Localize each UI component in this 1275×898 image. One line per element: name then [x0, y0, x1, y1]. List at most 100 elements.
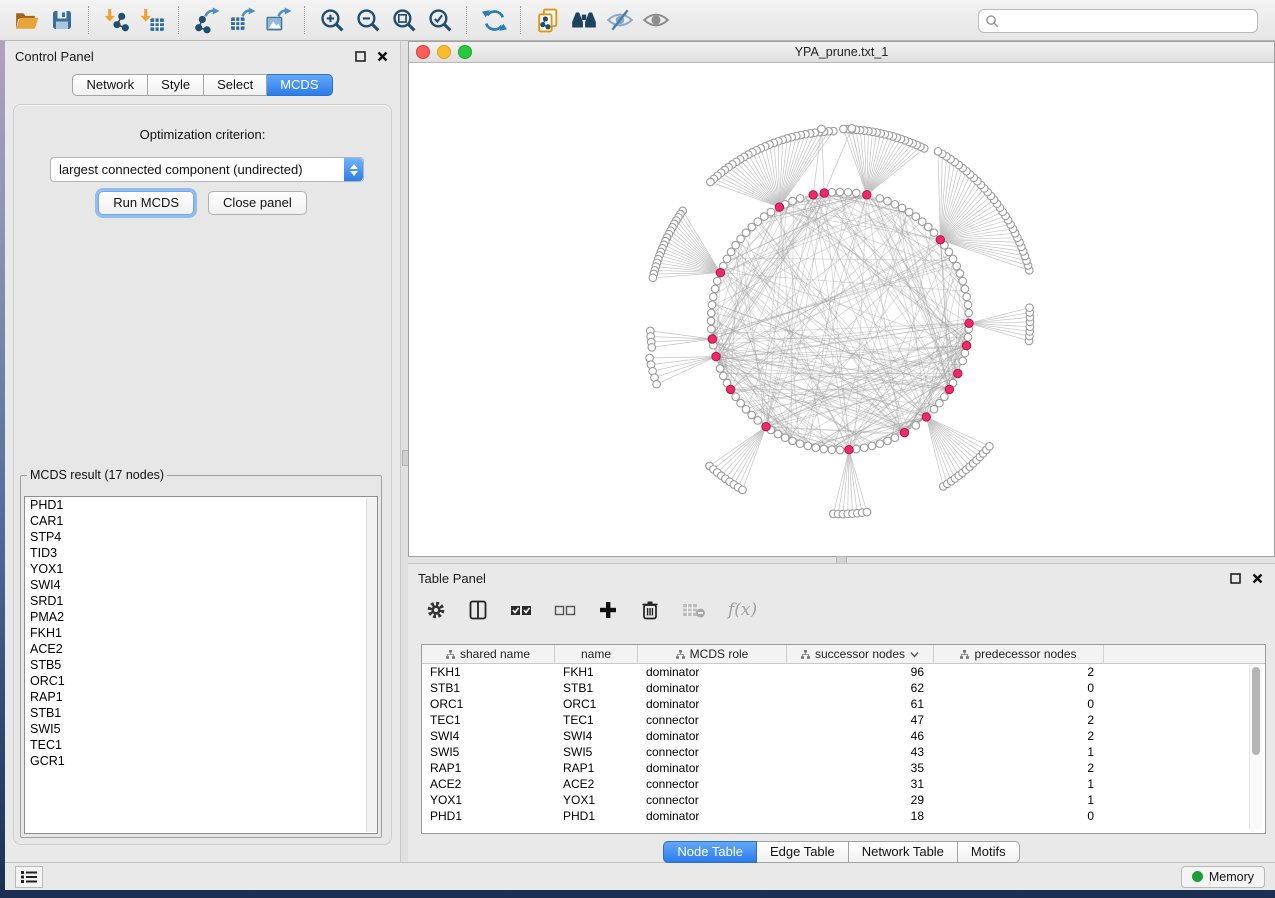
table-settings-button[interactable] — [426, 598, 446, 622]
table-row[interactable]: ACE2ACE2connector311 — [422, 776, 1265, 792]
close-panel-button[interactable] — [374, 48, 390, 64]
import-network-button[interactable] — [98, 4, 134, 36]
column-header-name[interactable]: name — [555, 645, 638, 663]
network-canvas[interactable] — [409, 63, 1274, 556]
add-column-button[interactable] — [598, 598, 618, 622]
list-scrollbar[interactable] — [366, 498, 377, 832]
mcds-node-item[interactable]: SWI5 — [25, 721, 377, 737]
deselect-all-button[interactable] — [554, 598, 576, 622]
toolbar-separator — [304, 6, 306, 34]
open-button[interactable] — [8, 4, 44, 36]
mcds-node-item[interactable]: GCR1 — [25, 753, 377, 769]
table-row[interactable]: RAP1RAP1dominator352 — [422, 760, 1265, 776]
cell-successor-nodes: 61 — [787, 697, 934, 711]
tab-style[interactable]: Style — [148, 74, 204, 96]
column-header-predecessor-nodes[interactable]: predecessor nodes — [934, 645, 1104, 663]
deselect-all-icon — [554, 600, 576, 620]
refresh-button[interactable] — [476, 4, 512, 36]
column-network-icon — [676, 650, 685, 659]
tab-edge-table[interactable]: Edge Table — [757, 841, 849, 863]
network-nodes[interactable] — [646, 125, 1034, 518]
cell-predecessor-nodes: 2 — [934, 761, 1104, 775]
scrollbar-thumb[interactable] — [1252, 667, 1260, 755]
zoom-out-button[interactable] — [350, 4, 386, 36]
close-table-panel-button[interactable] — [1249, 570, 1265, 586]
mcds-node-item[interactable]: CAR1 — [25, 513, 377, 529]
memory-button[interactable]: Memory — [1181, 866, 1265, 888]
mcds-node-item[interactable]: PMA2 — [25, 609, 377, 625]
column-network-icon — [801, 650, 810, 659]
tab-mcds[interactable]: MCDS — [267, 74, 332, 96]
cell-shared-name: FKH1 — [422, 665, 555, 679]
mcds-node-item[interactable]: FKH1 — [25, 625, 377, 641]
zoom-selected-button[interactable] — [422, 4, 458, 36]
float-table-panel-button[interactable] — [1227, 570, 1243, 586]
cell-predecessor-nodes: 1 — [934, 745, 1104, 759]
split-table-view-button[interactable] — [468, 598, 488, 622]
mcds-node-item[interactable]: SWI4 — [25, 577, 377, 593]
float-icon — [1230, 573, 1241, 584]
tab-node-table[interactable]: Node Table — [663, 841, 757, 863]
column-header-MCDS-role[interactable]: MCDS role — [638, 645, 787, 663]
mcds-node-item[interactable]: STB5 — [25, 657, 377, 673]
column-header-shared-name[interactable]: shared name — [422, 645, 555, 663]
save-button[interactable] — [44, 4, 80, 36]
table-row[interactable]: PHD1PHD1dominator180 — [422, 808, 1265, 824]
tab-motifs[interactable]: Motifs — [958, 841, 1020, 863]
float-panel-button[interactable] — [352, 48, 368, 64]
mcds-node-item[interactable]: PHD1 — [25, 497, 377, 513]
export-image-button[interactable] — [260, 4, 296, 36]
network-search-field[interactable] — [978, 9, 1258, 33]
network-window-titlebar[interactable]: YPA_prune.txt_1 — [409, 42, 1274, 63]
duplicate-network-button[interactable] — [530, 4, 566, 36]
export-network-button[interactable] — [188, 4, 224, 36]
mcds-node-item[interactable]: TEC1 — [25, 737, 377, 753]
zoom-fit-button[interactable] — [386, 4, 422, 36]
table-row[interactable]: ORC1ORC1dominator610 — [422, 696, 1265, 712]
export-table-button[interactable] — [224, 4, 260, 36]
table-row[interactable]: SWI5SWI5connector431 — [422, 744, 1265, 760]
table-row[interactable]: SWI4SWI4dominator462 — [422, 728, 1265, 744]
column-network-icon — [960, 650, 969, 659]
mcds-node-item[interactable]: STP4 — [25, 529, 377, 545]
mcds-node-item[interactable]: SRD1 — [25, 593, 377, 609]
tab-select[interactable]: Select — [204, 74, 267, 96]
network-window-title: YPA_prune.txt_1 — [409, 45, 1274, 59]
tab-network[interactable]: Network — [72, 74, 148, 96]
show-hidden-button[interactable] — [638, 4, 674, 36]
table-row[interactable]: FKH1FKH1dominator962 — [422, 664, 1265, 680]
tab-network-table[interactable]: Network Table — [849, 841, 958, 863]
cell-successor-nodes: 29 — [787, 793, 934, 807]
control-panel-tabs: NetworkStyleSelectMCDS — [5, 74, 400, 96]
close-panel-button-2[interactable]: Close panel — [208, 191, 307, 215]
search-network-button[interactable] — [566, 4, 602, 36]
mcds-node-item[interactable]: YOX1 — [25, 561, 377, 577]
table-scrollbar[interactable] — [1249, 665, 1262, 829]
mcds-result-title: MCDS result (17 nodes) — [27, 468, 167, 482]
mcds-node-item[interactable]: RAP1 — [25, 689, 377, 705]
sort-caret-icon — [910, 651, 919, 658]
mcds-node-item[interactable]: STB1 — [25, 705, 377, 721]
delete-column-button[interactable] — [640, 598, 660, 622]
column-header-successor-nodes[interactable]: successor nodes — [787, 645, 934, 663]
select-all-button[interactable] — [510, 598, 532, 622]
import-table-button[interactable] — [134, 4, 170, 36]
search-input[interactable] — [1000, 11, 1257, 31]
node-table[interactable]: shared namenameMCDS rolesuccessor nodesp… — [421, 644, 1266, 834]
run-mcds-button[interactable]: Run MCDS — [98, 191, 194, 215]
mcds-result-list[interactable]: PHD1CAR1STP4TID3YOX1SWI4SRD1PMA2FKH1ACE2… — [24, 496, 378, 834]
mcds-node-item[interactable]: TID3 — [25, 545, 377, 561]
toolbar-separator — [466, 6, 468, 34]
zoom-in-button[interactable] — [314, 4, 350, 36]
mcds-node-item[interactable]: ACE2 — [25, 641, 377, 657]
table-row[interactable]: STB1STB1dominator620 — [422, 680, 1265, 696]
task-history-button[interactable] — [15, 866, 43, 888]
hide-selected-button[interactable] — [602, 4, 638, 36]
apply-function-button[interactable]: f(x) — [728, 598, 757, 622]
table-row[interactable]: TEC1TEC1connector472 — [422, 712, 1265, 728]
mcds-node-item[interactable]: ORC1 — [25, 673, 377, 689]
criterion-select[interactable]: largest connected component (undirected) — [50, 157, 364, 182]
delete-table-button[interactable] — [682, 598, 706, 622]
table-row[interactable]: YOX1YOX1connector291 — [422, 792, 1265, 808]
cell-MCDS-role: connector — [638, 713, 787, 727]
